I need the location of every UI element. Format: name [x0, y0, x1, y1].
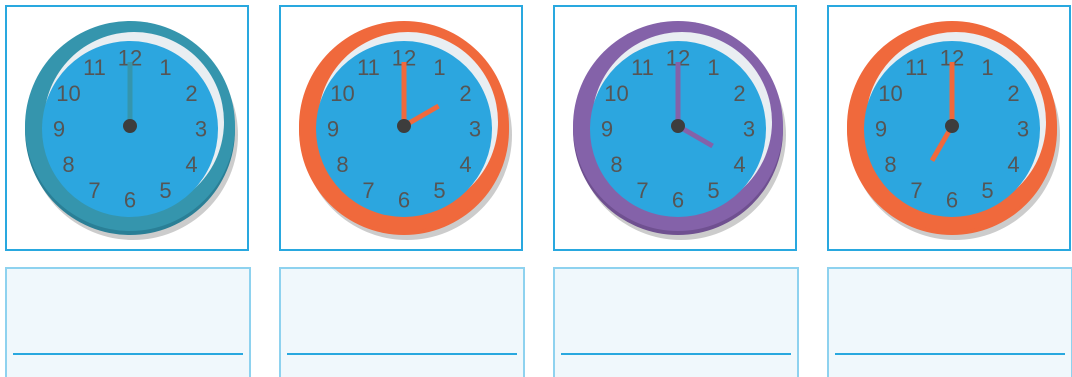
clock-4-00: 12 1234567891011 [573, 21, 786, 240]
numeral-5: 5 [159, 178, 171, 203]
numeral-10: 10 [330, 81, 354, 106]
numeral-6: 6 [672, 188, 684, 213]
clock-card: 12 1 2 3 4 5 6 7 8 9 10 11 [279, 5, 523, 251]
numeral-8: 8 [610, 152, 622, 177]
clock-card: 12 1 2 3 4 5 6 7 8 9 10 11 [827, 5, 1071, 251]
numeral-7: 7 [362, 178, 374, 203]
numeral-11: 11 [905, 55, 928, 80]
numeral-7: 7 [88, 178, 100, 203]
numeral-6: 6 [398, 188, 410, 213]
numeral-3: 3 [195, 117, 207, 142]
numeral-9: 9 [875, 117, 887, 142]
clock-card: 12 1 2 3 4 5 6 7 8 9 10 11 [553, 5, 797, 251]
numeral-3: 3 [469, 117, 481, 142]
numeral-6: 6 [124, 188, 136, 213]
numeral-1: 1 [707, 55, 719, 80]
numeral-8: 8 [884, 152, 896, 177]
answer-line [287, 353, 517, 355]
answer-line [13, 353, 243, 355]
clock-2-00: 12 1234567891011 [299, 21, 512, 240]
numeral-4: 4 [1007, 152, 1019, 177]
numeral-2: 2 [1007, 81, 1019, 106]
numeral-4: 4 [185, 152, 197, 177]
numeral-1: 1 [981, 55, 993, 80]
numeral-7: 7 [910, 178, 922, 203]
clock-7-00: 12 1234567891011 [847, 21, 1060, 240]
numeral-5: 5 [707, 178, 719, 203]
center-pin [397, 119, 411, 133]
answer-box[interactable] [279, 267, 525, 377]
numeral-3: 3 [743, 117, 755, 142]
center-pin [671, 119, 685, 133]
numeral-6: 6 [946, 188, 958, 213]
numeral-8: 8 [336, 152, 348, 177]
numeral-10: 10 [604, 81, 628, 106]
numeral-8: 8 [62, 152, 74, 177]
center-pin [123, 119, 137, 133]
numeral-9: 9 [53, 117, 65, 142]
numeral-2: 2 [733, 81, 745, 106]
answer-box[interactable] [827, 267, 1072, 377]
numeral-1: 1 [159, 55, 171, 80]
clock-card: 12 1 2 3 4 5 6 7 8 9 10 11 [5, 5, 249, 251]
numeral-9: 9 [601, 117, 613, 142]
numeral-10: 10 [878, 81, 902, 106]
answer-box[interactable] [553, 267, 799, 377]
clock-12-00: 12 1234567891011 [25, 21, 238, 240]
numeral-11: 11 [631, 55, 654, 80]
numeral-2: 2 [459, 81, 471, 106]
numeral-4: 4 [733, 152, 745, 177]
numeral-11: 11 [357, 55, 380, 80]
center-pin [945, 119, 959, 133]
answer-line [561, 353, 791, 355]
numeral-2: 2 [185, 81, 197, 106]
numeral-11: 11 [83, 55, 106, 80]
numeral-10: 10 [56, 81, 80, 106]
numeral-1: 1 [433, 55, 445, 80]
numeral-5: 5 [433, 178, 445, 203]
numeral-9: 9 [327, 117, 339, 142]
answer-box[interactable] [5, 267, 251, 377]
answer-line [835, 353, 1065, 355]
numeral-7: 7 [636, 178, 648, 203]
numeral-3: 3 [1017, 117, 1029, 142]
numeral-5: 5 [981, 178, 993, 203]
numeral-4: 4 [459, 152, 471, 177]
